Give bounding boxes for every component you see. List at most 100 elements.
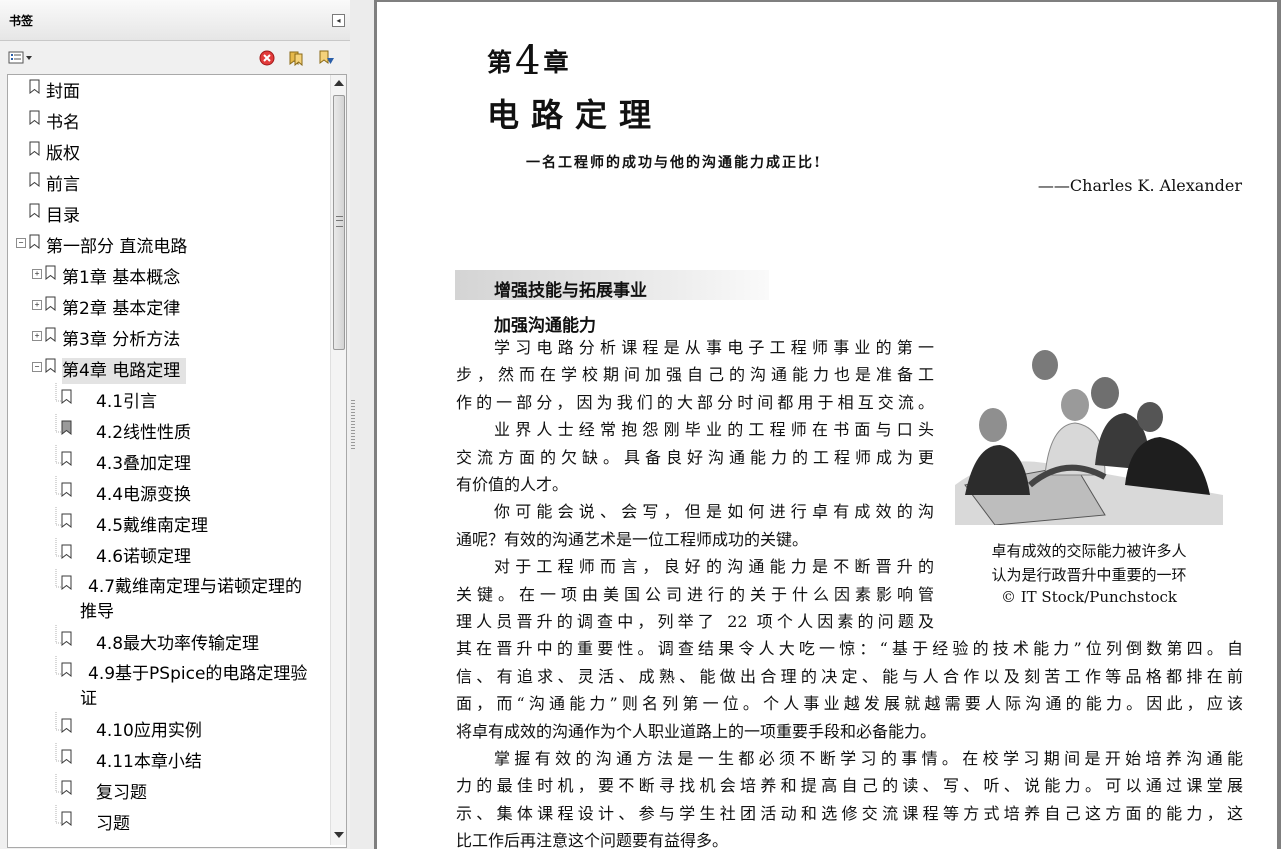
bookmark-label: 4.2线性性质 [96,423,192,443]
bookmark-item[interactable]: 目录 [8,203,330,231]
bookmark-label: 4.10应用实例 [96,721,202,741]
bookmarks-panel: 书签 ◂ 封面 书名 版权 前言 目录 − 第一部分 直流电路 + 第1章 基本… [0,0,351,849]
bookmark-icon [29,141,40,156]
bookmark-item[interactable]: 4.6诺顿定理 [8,538,330,572]
bookmark-item[interactable]: − 第一部分 直流电路 [8,234,330,262]
bookmark-icon [61,749,72,764]
collapse-toggle-icon[interactable]: − [16,238,26,248]
bookmark-icon [29,203,40,218]
bookmark-icon [61,718,72,733]
bookmark-label: 4.8最大功率传输定理 [96,634,260,654]
bookmark-icon [61,631,72,646]
splitter-grip[interactable] [351,400,355,450]
bookmark-label: 第4章 电路定理 [62,358,187,384]
collapse-toggle-icon[interactable]: − [32,362,42,372]
pdf-page: 第4 章 电路定理 一名工程师的成功与他的沟通能力成正比! ——Charles K… [377,2,1277,849]
bookmark-item[interactable]: 4.5戴维南定理 [8,507,330,541]
expand-toggle-icon[interactable]: + [32,300,42,310]
bookmarks-tree: 封面 书名 版权 前言 目录 − 第一部分 直流电路 + 第1章 基本概念 + 第2章 基本定律 + 第… [7,74,347,848]
body-text-line: 通呢？有效的沟通艺术是一位工程师成功的关键。 [456,529,809,549]
bookmark-label: 第3章 分析方法 [62,330,181,350]
bookmark-icon [61,662,72,677]
bookmark-icon [61,513,72,528]
bookmark-item[interactable]: 复习题 [8,774,330,808]
bookmark-item[interactable]: 4.3叠加定理 [8,445,330,479]
expand-bookmark-icon[interactable] [288,49,306,67]
body-text-line: 业界人士经常抱怨刚毕业的工程师在书面与口头 [494,420,934,440]
body-text-line: 有价值的人才。 [456,475,569,494]
body-text-line: 你可能会说、会写，但是如何进行卓有成效的沟 [494,502,934,522]
bookmark-item[interactable]: 4.2线性性质 [8,414,330,448]
body-text-line: 力的最佳时机，要不断寻找机会培养和提高自己的读、写、听、说能力。可以通过课堂展 [456,776,1243,796]
find-bookmark-icon[interactable] [318,49,336,67]
bookmark-label: 第一部分 直流电路 [46,237,188,257]
document-viewport[interactable]: 第4 章 电路定理 一名工程师的成功与他的沟通能力成正比! ——Charles K… [374,0,1281,849]
bookmark-item[interactable]: 4.1引言 [8,383,330,417]
bookmark-label: 4.3叠加定理 [96,454,192,474]
scrollbar-thumb[interactable] [333,95,345,350]
bookmark-icon [61,420,72,435]
scroll-down-icon[interactable] [334,832,344,838]
bookmark-item[interactable]: 4.9基于PSpice的电路定理验证 [8,656,330,709]
bookmark-label: 4.6诺顿定理 [96,547,192,567]
bookmarks-title-bar: 书签 ◂ [0,0,350,41]
body-text-line: 交流方面的欠缺。具备良好沟通能力的工程师成为更 [456,447,934,467]
body-text-line: 示、集体课程设计、参与学生社团活动和选修交流课程等方式培养自己这方面的能力，这 [456,803,1243,823]
bookmark-icon [61,389,72,404]
bookmark-item[interactable]: + 第1章 基本概念 [8,265,330,293]
photo-credit: © IT Stock/Punchstock [1000,588,1178,606]
bookmark-item[interactable]: 版权 [8,141,330,169]
bookmark-label: 4.9基于PSpice的电路定理验证 [80,664,308,709]
bookmark-label: 4.7戴维南定理与诺顿定理的推导 [80,577,303,622]
bookmark-label: 习题 [96,814,130,834]
bookmark-item[interactable]: 4.10应用实例 [8,712,330,746]
bookmark-item[interactable]: 习题 [8,805,330,839]
delete-bookmark-icon[interactable] [258,49,276,67]
team-photo-image [955,345,1223,525]
chapter-number: 4 [515,38,541,84]
expand-toggle-icon[interactable]: + [32,269,42,279]
bookmark-item[interactable]: 4.7戴维南定理与诺顿定理的推导 [8,569,330,622]
expand-toggle-icon[interactable]: + [32,331,42,341]
bookmark-item[interactable]: 4.11本章小结 [8,743,330,777]
panel-splitter[interactable] [350,0,374,849]
bookmark-icon [29,172,40,187]
chapter-label: 第4 章 [487,38,569,84]
bookmark-label: 第2章 基本定律 [62,299,181,319]
bookmark-label: 前言 [46,175,80,195]
bookmark-label: 封面 [46,82,80,102]
scroll-up-icon[interactable] [334,80,344,86]
bookmark-item[interactable]: 4.8最大功率传输定理 [8,625,330,659]
bookmark-icon [45,265,56,280]
bookmark-icon [45,358,56,373]
body-text-line: 学习电路分析课程是从事电子工程师事业的第一 [494,338,934,357]
bookmark-icon [61,451,72,466]
bookmark-item[interactable]: + 第2章 基本定律 [8,296,330,324]
bookmark-item[interactable]: 4.4电源变换 [8,476,330,510]
collapse-panel-button[interactable]: ◂ [332,14,345,27]
bookmark-icon [61,482,72,497]
body-text-line: 信、有追求、灵活、成熟、能做出合理的决定、能与人合作以及刻苦工作等品格都排在前 [456,666,1243,686]
bookmark-item[interactable]: + 第3章 分析方法 [8,327,330,355]
bookmarks-toolbar [0,41,350,73]
bookmark-label: 书名 [46,113,80,133]
bookmark-item[interactable]: − 第4章 电路定理 [8,358,330,386]
bookmark-item[interactable]: 封面 [8,79,330,107]
bookmark-label: 4.5戴维南定理 [96,516,209,536]
bookmark-item[interactable]: 书名 [8,110,330,138]
options-menu-icon[interactable] [8,51,34,65]
bookmark-icon [61,575,72,590]
bookmark-icon [45,296,56,311]
body-text-line: 将卓有成效的沟通作为个人职业道路上的一项重要手段和必备能力。 [456,721,937,741]
bookmarks-title: 书签 [9,14,34,28]
tree-scrollbar[interactable] [330,75,346,845]
bookmark-label: 4.4电源变换 [96,485,192,505]
bookmark-label: 4.1引言 [96,392,158,412]
body-text-line: 掌握有效的沟通方法是一生都必须不断学习的事情。在校学习期间是开始培养沟通能 [494,749,1243,768]
body-text-line: 比工作后再注意这个问题要有益得多。 [456,831,729,849]
body-text-line: 对于工程师而言，良好的沟通能力是不断晋升的 [494,557,934,577]
photo-caption-line-2: 认为是行政晋升中重要的一环 [991,566,1187,584]
section-title: 增强技能与拓展事业 [494,281,647,301]
bookmark-item[interactable]: 前言 [8,172,330,200]
body-text-line: 其在晋升中的重要性。调查结果令人大吃一惊：“基于经验的技术能力”位列倒数第四。自 [456,639,1243,659]
